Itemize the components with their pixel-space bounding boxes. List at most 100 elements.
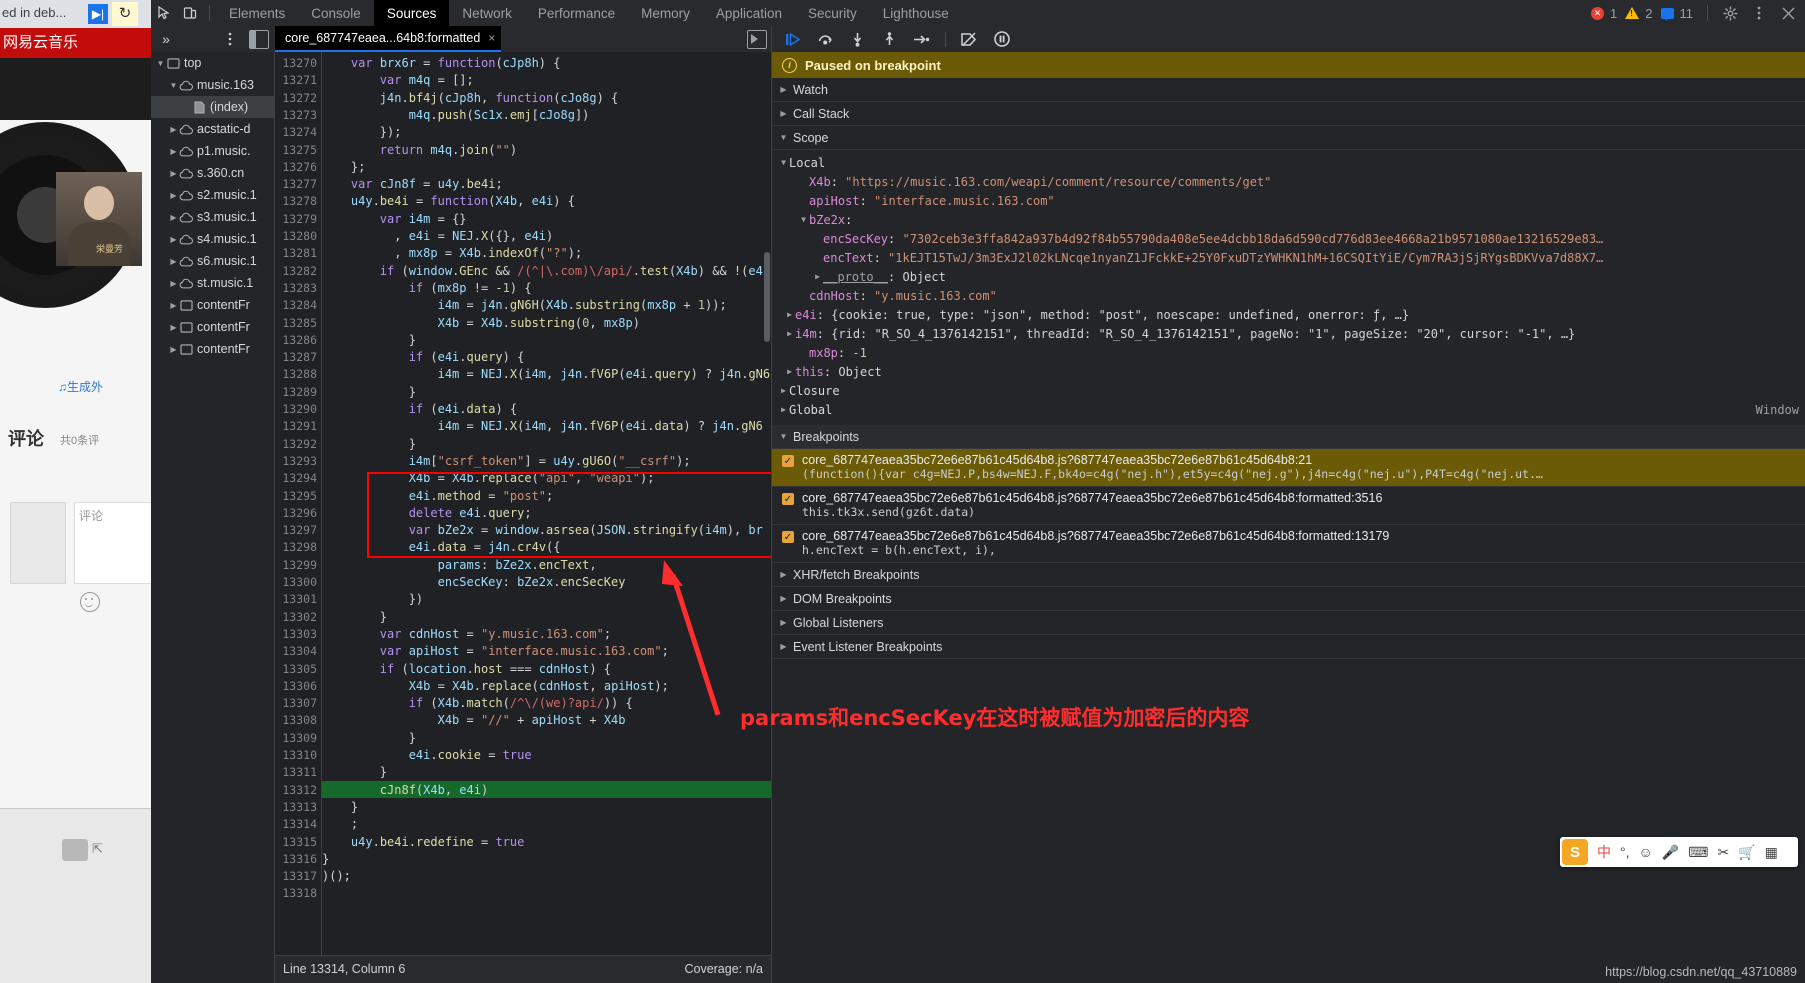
browser-tab-title[interactable]: ed in deb... <box>2 5 66 20</box>
code-line[interactable]: }; <box>322 160 365 174</box>
line-number[interactable]: 13289 <box>282 385 317 399</box>
scope-entry-e4i[interactable]: ▶ e4i: {cookie: true, type: "json", metho… <box>778 305 1805 324</box>
code-line[interactable]: var brx6r = function(cJp8h) { <box>322 56 561 70</box>
line-number[interactable]: 13313 <box>282 800 317 814</box>
scope-entry-bZe2x[interactable]: ▼ bZe2x: <box>778 210 1805 229</box>
code-line[interactable]: } <box>322 800 358 814</box>
line-number[interactable]: 13314 <box>282 817 317 831</box>
line-number[interactable]: 13284 <box>282 298 317 312</box>
code-line[interactable]: i4m["csrf_token"] = u4y.gU6O("__csrf"); <box>322 454 691 468</box>
code-line[interactable]: var bZe2x = window.asrsea(JSON.stringify… <box>322 523 763 537</box>
code-line[interactable]: } <box>322 852 329 866</box>
navigator-item-s4music1[interactable]: ▶ s4.music.1 <box>151 228 274 250</box>
scope-entry-mx8p[interactable]: mx8p: -1 <box>778 343 1805 362</box>
line-number[interactable]: 13273 <box>282 108 317 122</box>
line-number[interactable]: 13311 <box>282 765 317 779</box>
device-toolbar-icon[interactable] <box>177 1 203 25</box>
code-line[interactable]: X4b = X4b.replace("api", "weapi"); <box>322 471 655 485</box>
line-number[interactable]: 13291 <box>282 419 317 433</box>
code-line[interactable]: e4i.method = "post"; <box>322 489 554 503</box>
code-line[interactable]: i4m = NEJ.X(i4m, j4n.fV6P(e4i.data) ? j4… <box>322 419 763 433</box>
close-icon[interactable]: × <box>488 31 495 45</box>
step-icon[interactable] <box>909 27 934 51</box>
tab-security[interactable]: Security <box>795 0 870 26</box>
deactivate-breakpoints-icon[interactable] <box>957 27 982 51</box>
inspect-element-icon[interactable] <box>151 1 177 25</box>
line-number[interactable]: 13305 <box>282 662 317 676</box>
code-line[interactable]: u4y.be4i.redefine = true <box>322 835 524 849</box>
section-scope[interactable]: ▼ Scope <box>772 126 1805 150</box>
ime-language-toggle[interactable]: 中 <box>1597 842 1611 862</box>
line-number[interactable]: 13300 <box>282 575 317 589</box>
navigator-pane[interactable]: ▼ top ▼ music.163 (index) ▶ acstatic-d ▶ p1.musi… <box>151 52 275 983</box>
navigator-item-music163[interactable]: ▼ music.163 <box>151 74 274 96</box>
line-number[interactable]: 13301 <box>282 592 317 606</box>
code-content[interactable]: var brx6r = function(cJp8h) { var m4q = … <box>322 52 771 955</box>
ime-emoji-icon[interactable]: ☺ <box>1639 844 1653 860</box>
code-line[interactable]: i4m = NEJ.X(i4m, j4n.fV6P(e4i.query) ? j… <box>322 367 771 381</box>
scope-entry-cdnHost[interactable]: cdnHost: "y.music.163.com" <box>778 286 1805 305</box>
breakpoint-item[interactable]: ✓ core_687747eaea35bc72e6e87b61c45d64b8.j… <box>772 525 1805 563</box>
navigator-item-s3music1[interactable]: ▶ s3.music.1 <box>151 206 274 228</box>
line-number[interactable]: 13276 <box>282 160 317 174</box>
error-icon[interactable]: ✕ <box>1591 6 1605 20</box>
editor-scrollbar[interactable] <box>764 252 770 342</box>
scope-entry-this[interactable]: ▶ this: Object <box>778 362 1805 381</box>
line-number[interactable]: 13303 <box>282 627 317 641</box>
emoji-icon[interactable] <box>80 592 100 612</box>
navigator-item-contentfr[interactable]: ▶ contentFr <box>151 294 274 316</box>
navigator-item-s2music1[interactable]: ▶ s2.music.1 <box>151 184 274 206</box>
show-navigator-icon[interactable] <box>249 30 269 49</box>
line-number[interactable]: 13306 <box>282 679 317 693</box>
line-number[interactable]: 13318 <box>282 886 317 900</box>
navigator-item-index[interactable]: (index) <box>151 96 274 118</box>
line-number[interactable]: 13312 <box>282 783 317 797</box>
scope-closure[interactable]: ▶ Closure <box>772 381 1805 400</box>
tab-elements[interactable]: Elements <box>216 0 298 26</box>
line-number[interactable]: 13307 <box>282 696 317 710</box>
code-line[interactable]: if (location.host === cdnHost) { <box>322 662 611 676</box>
breakpoint-list[interactable]: ✓ core_687747eaea35bc72e6e87b61c45d64b8.j… <box>772 449 1805 563</box>
code-line[interactable]: if (window.GEnc && /(^|\.com)\/api/.test… <box>322 264 770 278</box>
code-line[interactable]: var m4q = []; <box>322 73 474 87</box>
code-line[interactable]: m4q.push(Sc1x.emj[cJo8g]) <box>322 108 590 122</box>
message-icon[interactable] <box>1660 7 1674 21</box>
line-number[interactable]: 13272 <box>282 91 317 105</box>
code-line[interactable]: } <box>322 385 416 399</box>
tab-application[interactable]: Application <box>703 0 795 26</box>
show-debugger-icon[interactable] <box>747 30 767 49</box>
line-number[interactable]: 13285 <box>282 316 317 330</box>
scope-entry-encText[interactable]: encText: "1kEJT15TwJ/3m3ExJ2l02kLNcqe1ny… <box>778 248 1805 267</box>
scope-entry-encSecKey[interactable]: encSecKey: "7302ceb3e3ffa842a937b4d92f84… <box>778 229 1805 248</box>
navigator-item-stmusic1[interactable]: ▶ st.music.1 <box>151 272 274 294</box>
line-number[interactable]: 13315 <box>282 835 317 849</box>
line-number[interactable]: 13281 <box>282 246 317 260</box>
file-tab-core[interactable]: core_687747eaea...64b8:formatted × <box>275 26 502 52</box>
line-number[interactable]: 13297 <box>282 523 317 537</box>
line-number[interactable]: 13290 <box>282 402 317 416</box>
lock-icon[interactable]: ⇱ <box>92 841 103 857</box>
code-line[interactable]: } <box>322 765 387 779</box>
more-vertical-icon[interactable] <box>1746 1 1772 25</box>
section-global-listeners[interactable]: ▶ Global Listeners <box>772 611 1805 635</box>
navigator-item-contentfr[interactable]: ▶ contentFr <box>151 338 274 360</box>
breakpoint-checkbox[interactable]: ✓ <box>782 455 794 467</box>
navigator-item-p1music[interactable]: ▶ p1.music. <box>151 140 274 162</box>
line-number[interactable]: 13298 <box>282 540 317 554</box>
line-number[interactable]: 13317 <box>282 869 317 883</box>
section-watch[interactable]: ▶ Watch <box>772 78 1805 102</box>
play-icon[interactable]: ▶| <box>88 4 108 24</box>
breakpoint-checkbox[interactable]: ✓ <box>782 493 794 505</box>
breakpoint-item[interactable]: ✓ core_687747eaea35bc72e6e87b61c45d64b8.j… <box>772 449 1805 487</box>
step-into-icon[interactable] <box>845 27 870 51</box>
line-number[interactable]: 13270 <box>282 56 317 70</box>
debugger-lower-sections[interactable]: ▶ XHR/fetch Breakpoints ▶ DOM Breakpoints ▶ G… <box>772 563 1805 659</box>
ime-toolbar[interactable]: S 中 °, ☺ 🎤 ⌨ ✂ 🛒 ▦ <box>1560 837 1798 867</box>
line-number[interactable]: 13292 <box>282 437 317 451</box>
scope-entry-apiHost[interactable]: apiHost: "interface.music.163.com" <box>778 191 1805 210</box>
code-line[interactable]: params: bZe2x.encText, <box>322 558 597 572</box>
code-line[interactable]: if (mx8p != -1) { <box>322 281 532 295</box>
section-dom-breakpoints[interactable]: ▶ DOM Breakpoints <box>772 587 1805 611</box>
generate-link[interactable]: ♫生成外 <box>58 378 103 395</box>
line-number[interactable]: 13294 <box>282 471 317 485</box>
